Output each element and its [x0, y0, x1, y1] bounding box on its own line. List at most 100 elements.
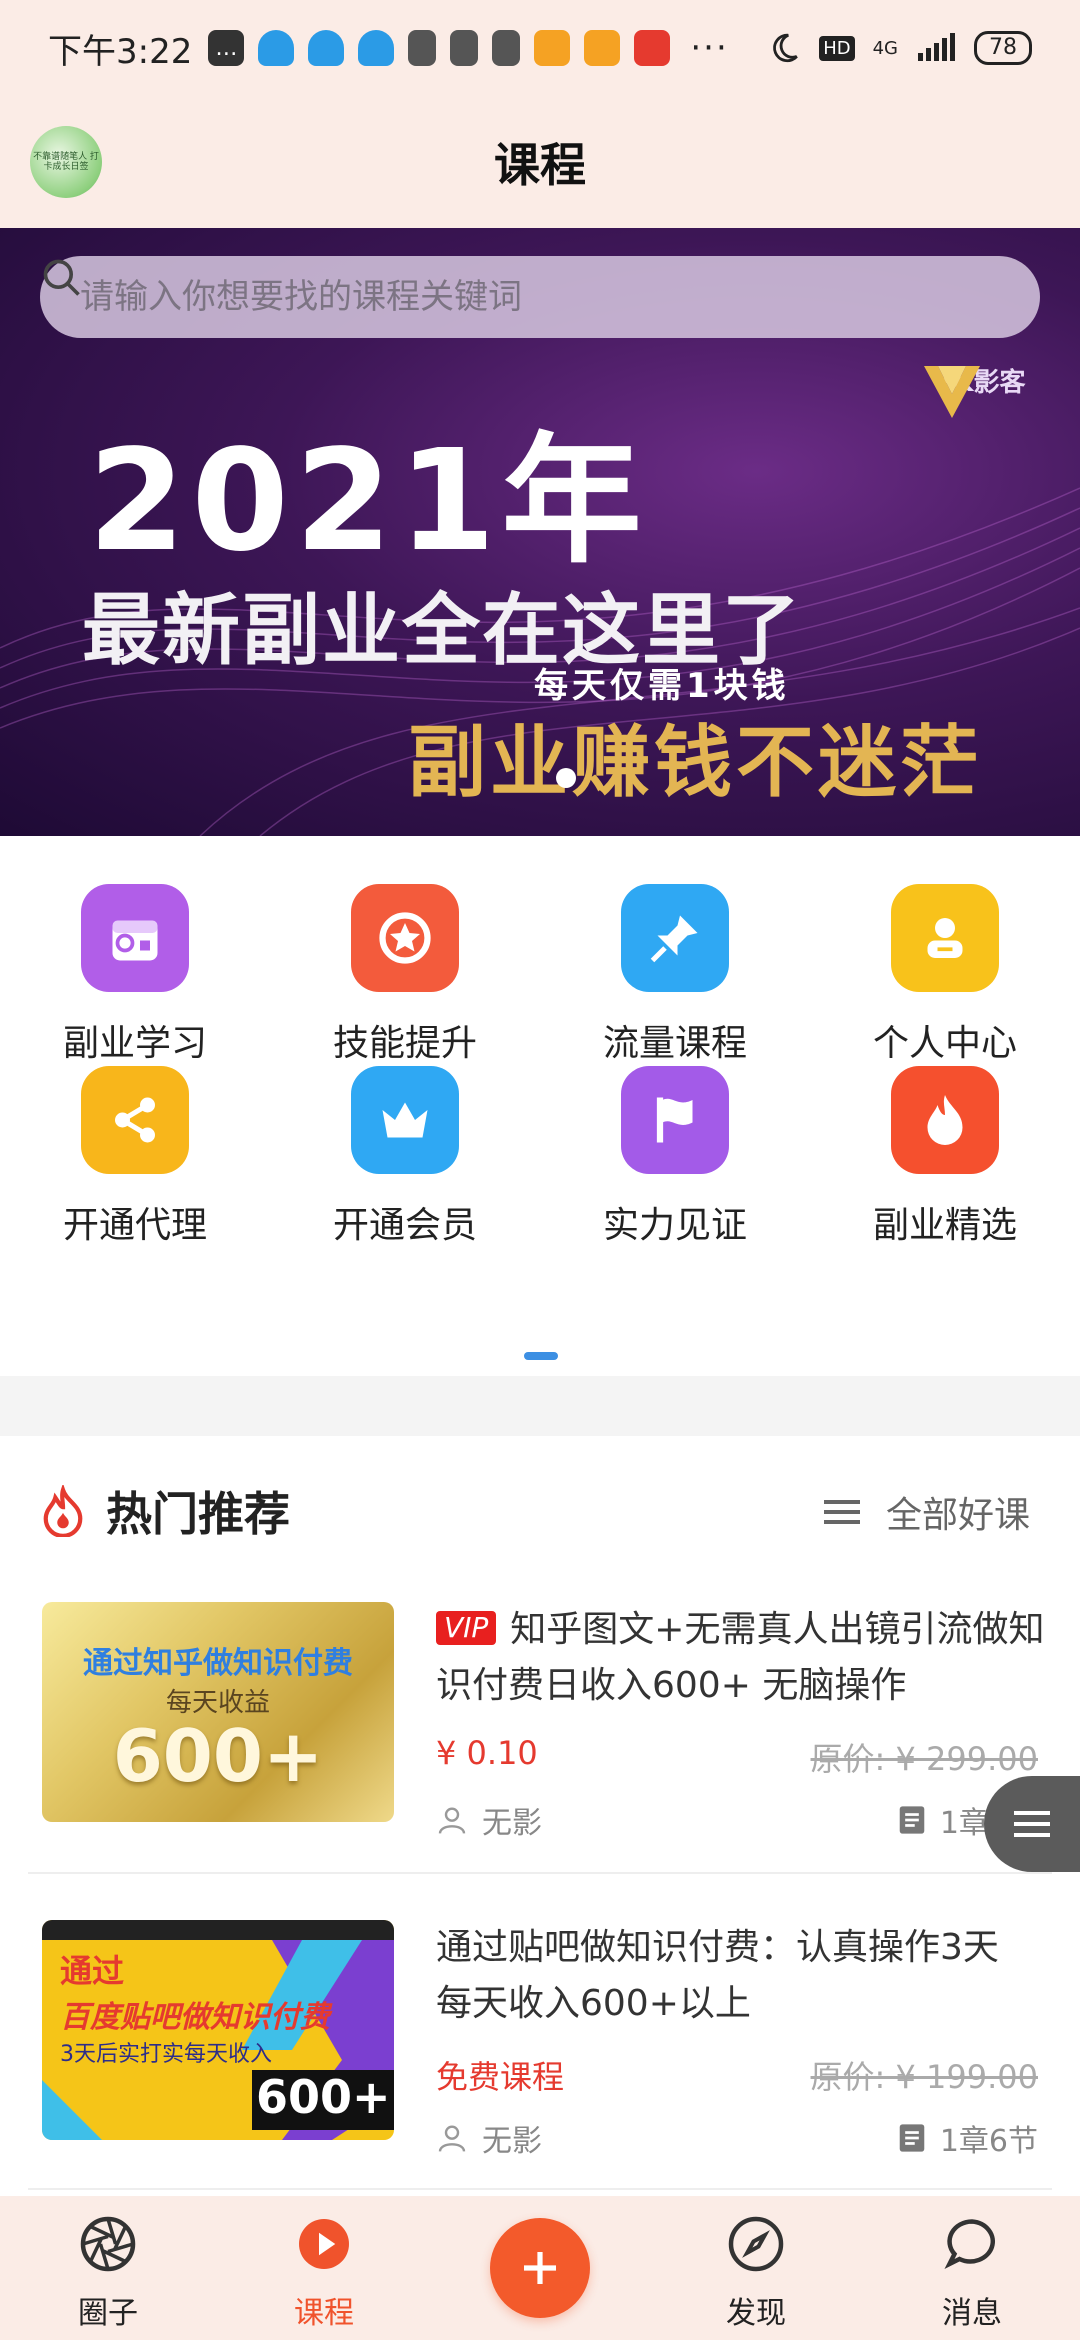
thumb-line-3: 600+ — [112, 1714, 324, 1798]
qq-icon — [258, 30, 295, 66]
thumb-line-1: 通过 — [60, 1952, 125, 1990]
category-label: 个人中心 — [872, 1023, 1017, 1064]
trash-icon — [450, 30, 479, 66]
category-label: 开通代理 — [62, 1205, 207, 1246]
notification-icons: … — [208, 30, 671, 66]
list-icon — [823, 1500, 860, 1524]
all-courses-link[interactable]: 全部好课 — [822, 1486, 1030, 1538]
category-skill-upgrade[interactable]: 技能提升 — [270, 884, 540, 1066]
page-title: 课程 — [494, 138, 586, 192]
author-name: 无影 — [482, 2124, 542, 2159]
avatar-text: 不靠谱随笔人 打卡成长日签 — [33, 152, 99, 172]
flag-icon — [621, 1066, 729, 1174]
yk-logo-icon — [924, 366, 980, 418]
course-title-block[interactable]: 通过贴吧做知识付费：认真操作3天 每天收入600+以上 — [436, 1920, 1046, 2032]
course-original-price: 原价: ¥ 299.00 — [810, 1740, 1038, 1778]
category-label: 副业精选 — [872, 1205, 1017, 1246]
course-title: 知乎图文+无需真人出镜引流做知识付费日收入600+ 无脑操作 — [436, 1609, 1045, 1706]
thumb-line-4: 600+ — [256, 2070, 391, 2124]
author-name: 无影 — [482, 1806, 542, 1841]
course-thumbnail[interactable]: 通过 百度贴吧做知识付费 3天后实打实每天收入 600+ — [42, 1920, 394, 2140]
nav-label: 课程 — [294, 2296, 354, 2331]
avatar[interactable]: 不靠谱随笔人 打卡成长日签 — [30, 126, 102, 198]
course-original-price: 原价: ¥ 199.00 — [810, 2058, 1038, 2096]
category-label: 技能提升 — [332, 1023, 477, 1064]
message-icon: … — [208, 30, 245, 66]
course-item[interactable]: 通过知乎做知识付费 每天收益 600+ VIP 知乎图文+无需真人出镜引流做知识付… — [0, 1602, 1080, 1902]
category-label: 实力见证 — [602, 1205, 747, 1246]
banner-slogan: 副业赚钱不迷茫 — [408, 718, 983, 808]
carousel-indicator — [556, 768, 576, 788]
trash-icon — [492, 30, 521, 66]
moon-icon — [773, 33, 798, 63]
signal-icon — [918, 33, 955, 61]
share-icon — [81, 1066, 189, 1174]
category-sideline-study[interactable]: 副业学习 — [0, 884, 270, 1066]
add-button[interactable] — [490, 2218, 590, 2318]
course-author: 无影 — [436, 1798, 542, 1842]
course-title-block[interactable]: VIP 知乎图文+无需真人出镜引流做知识付费日收入600+ 无脑操作 — [436, 1602, 1046, 1714]
thumb-line-3: 3天后实打实每天收入 — [60, 2042, 272, 2067]
nav-label: 发现 — [726, 2296, 786, 2331]
course-title: 通过贴吧做知识付费：认真操作3天 每天收入600+以上 — [436, 1927, 999, 2024]
course-thumbnail[interactable]: 通过知乎做知识付费 每天收益 600+ — [42, 1602, 394, 1822]
hamburger-icon — [1014, 1811, 1050, 1837]
plus-icon — [524, 2252, 556, 2284]
category-sideline-picks[interactable]: 副业精选 — [810, 1066, 1080, 1248]
status-time: 下午3:22 — [48, 31, 193, 72]
battery-indicator: 78 — [974, 31, 1032, 65]
brand-logo: YK影客 — [920, 358, 1040, 418]
flame-icon — [43, 1485, 83, 1537]
app-badge-icon — [634, 30, 671, 66]
more-indicator: ··· — [690, 28, 729, 68]
crown-icon — [351, 1066, 459, 1174]
promo-banner[interactable]: YK影客 2021年 最新副业全在这里了 每天仅需1块钱 副业赚钱不迷茫 — [0, 228, 1080, 836]
all-courses-label: 全部好课 — [885, 1495, 1030, 1536]
star-badge-icon — [351, 884, 459, 992]
category-grid: 副业学习 技能提升 流量课程 个人中心 开通代理 开通会员 实力见证 副业精选 — [0, 836, 1080, 1376]
category-label: 副业学习 — [62, 1023, 207, 1064]
search-bar[interactable] — [40, 256, 1040, 338]
calendar-icon — [81, 884, 189, 992]
divider — [28, 2188, 1052, 2190]
aperture-icon — [80, 2216, 136, 2272]
course-item[interactable]: 通过 百度贴吧做知识付费 3天后实打实每天收入 600+ 通过贴吧做知识付费：认… — [0, 1920, 1080, 2220]
category-label: 开通会员 — [332, 1205, 477, 1246]
banner-year: 2021年 — [88, 420, 648, 583]
category-personal-center[interactable]: 个人中心 — [810, 884, 1080, 1066]
shield-icon — [534, 30, 571, 66]
network-label: 4G — [872, 37, 898, 59]
qq-icon — [308, 30, 345, 66]
course-chapters: 1章6节 — [898, 2116, 1038, 2160]
course-price: ¥ 0.10 — [436, 1734, 538, 1772]
status-bar: 下午3:22 … ··· HD 4G 78 — [0, 0, 1080, 96]
search-icon[interactable] — [40, 256, 84, 300]
user-icon — [438, 2125, 466, 2152]
fire-icon — [891, 1066, 999, 1174]
section-header: 热门推荐 — [40, 1478, 290, 1544]
document-icon — [899, 2124, 925, 2152]
pin-icon — [621, 884, 729, 992]
course-price: 免费课程 — [436, 2058, 565, 2096]
category-traffic-course[interactable]: 流量课程 — [540, 884, 810, 1066]
nav-discover[interactable]: 发现 — [686, 2214, 826, 2332]
nav-circle[interactable]: 圈子 — [38, 2214, 178, 2332]
qq-icon — [358, 30, 395, 66]
nav-messages[interactable]: 消息 — [902, 2214, 1042, 2332]
category-open-membership[interactable]: 开通会员 — [270, 1066, 540, 1248]
nav-label: 消息 — [942, 2296, 1002, 2331]
floating-menu-button[interactable] — [984, 1776, 1080, 1872]
hd-icon: HD — [819, 35, 855, 61]
category-label: 流量课程 — [602, 1023, 747, 1064]
nav-courses[interactable]: 课程 — [254, 2214, 394, 2332]
shield-icon — [584, 30, 621, 66]
course-author: 无影 — [436, 2116, 542, 2160]
vip-badge: VIP — [436, 1611, 497, 1645]
category-strength-proof[interactable]: 实力见证 — [540, 1066, 810, 1248]
section-title: 热门推荐 — [106, 1487, 290, 1541]
search-input[interactable] — [80, 277, 960, 317]
divider — [28, 1872, 1052, 1874]
category-open-agent[interactable]: 开通代理 — [0, 1066, 270, 1248]
chapter-count: 1章6节 — [939, 2124, 1038, 2159]
compass-icon — [728, 2216, 784, 2272]
